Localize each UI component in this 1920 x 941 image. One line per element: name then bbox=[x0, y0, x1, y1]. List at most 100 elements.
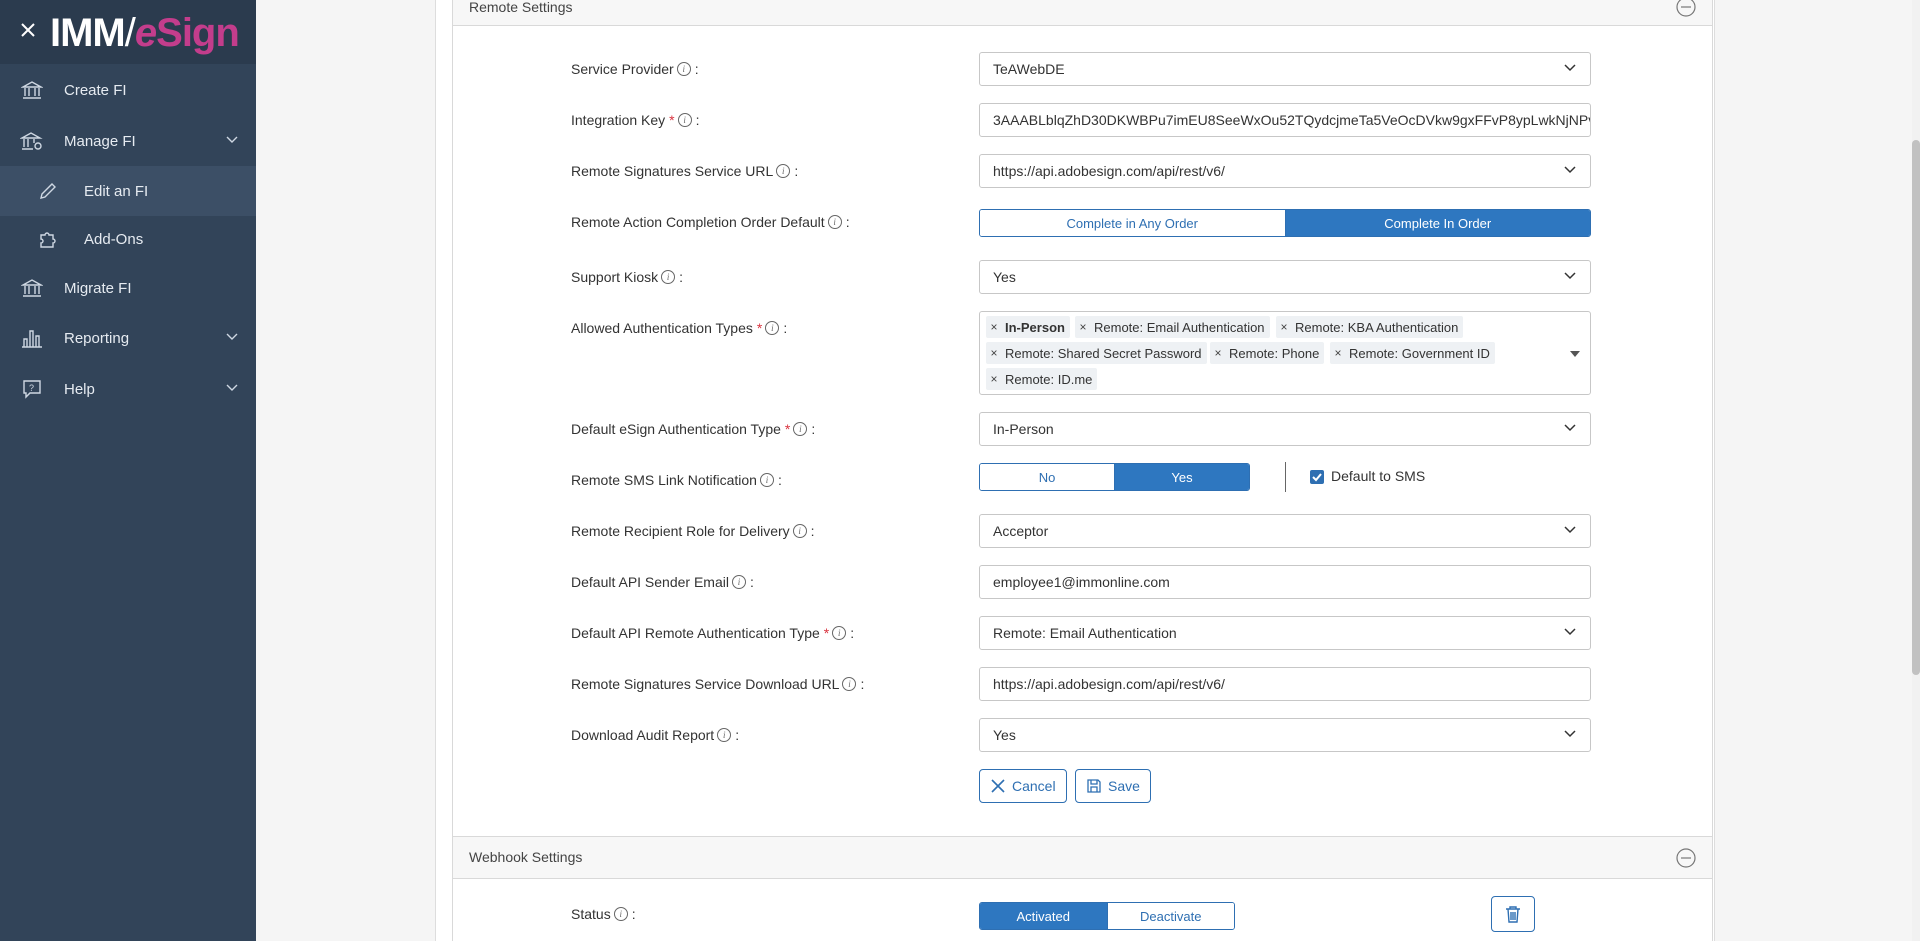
info-icon[interactable]: i bbox=[759, 473, 774, 487]
info-icon[interactable]: i bbox=[661, 270, 676, 284]
complete-in-order-option[interactable]: Complete In Order bbox=[1284, 210, 1590, 236]
sidebar-item-label: Edit an FI bbox=[84, 182, 149, 200]
sidebar-item-migrate-fi[interactable]: Migrate FI bbox=[0, 263, 256, 313]
bank-arrow-icon bbox=[20, 276, 44, 300]
info-icon[interactable]: i bbox=[776, 164, 791, 178]
recipient-role-select[interactable]: Acceptor bbox=[979, 514, 1591, 548]
remove-icon[interactable]: × bbox=[986, 372, 1002, 386]
chevron-down-icon bbox=[226, 333, 238, 340]
remove-icon[interactable]: × bbox=[986, 346, 1002, 360]
checkmark-icon bbox=[1312, 473, 1322, 482]
support-kiosk-label: Support Kiosk i: bbox=[571, 269, 684, 285]
remove-icon[interactable]: × bbox=[1276, 320, 1292, 334]
integration-key-input[interactable]: 3AAABLblqZhD30DKWBPu7imEU8SeeWxOu52TQydc… bbox=[979, 103, 1591, 137]
auth-chip: × Remote: Email Authentication bbox=[1075, 316, 1270, 338]
info-icon[interactable]: i bbox=[731, 575, 746, 589]
floppy-disk-icon bbox=[1087, 779, 1101, 793]
sidebar-item-reporting[interactable]: Reporting bbox=[0, 313, 256, 363]
auth-chip: × In-Person bbox=[986, 316, 1070, 338]
chevron-down-icon bbox=[1564, 64, 1576, 72]
completion-order-toggle[interactable]: Complete in Any Order Complete In Order bbox=[979, 209, 1591, 237]
info-icon[interactable]: i bbox=[765, 321, 780, 335]
service-provider-select[interactable]: TeAWebDE bbox=[979, 52, 1591, 86]
info-icon[interactable]: i bbox=[827, 215, 842, 229]
bank-icon bbox=[20, 78, 44, 102]
service-url-select[interactable]: https://api.adobesign.com/api/rest/v6/ bbox=[979, 154, 1591, 188]
chevron-down-icon bbox=[1564, 424, 1576, 432]
auth-types-multiselect[interactable]: × In-Person × Remote: Email Authentication… bbox=[979, 311, 1591, 395]
audit-report-select[interactable]: Yes bbox=[979, 718, 1591, 752]
recipient-role-label: Remote Recipient Role for Delivery i: bbox=[571, 523, 815, 539]
auth-chip: × Remote: Government ID bbox=[1330, 342, 1495, 364]
info-icon[interactable]: i bbox=[613, 907, 628, 921]
sidebar-item-label: Help bbox=[64, 380, 95, 398]
logo: IMM/eSign bbox=[50, 11, 240, 55]
collapse-icon[interactable] bbox=[1676, 848, 1696, 868]
webhook-status-toggle[interactable]: Activated Deactivate bbox=[979, 902, 1235, 930]
info-icon[interactable]: i bbox=[842, 677, 857, 691]
sms-no-option[interactable]: No bbox=[980, 464, 1114, 490]
complete-any-order-option[interactable]: Complete in Any Order bbox=[980, 210, 1285, 236]
section-title: Webhook Settings bbox=[469, 849, 583, 865]
divider bbox=[1285, 462, 1286, 492]
sender-email-label: Default API Sender Email i: bbox=[571, 574, 754, 590]
sender-email-input[interactable]: employee1@immonline.com bbox=[979, 565, 1591, 599]
default-sms-checkbox[interactable] bbox=[1310, 470, 1324, 484]
default-auth-select[interactable]: In-Person bbox=[979, 412, 1591, 446]
chevron-down-icon bbox=[226, 384, 238, 391]
completion-order-label: Remote Action Completion Order Default i: bbox=[571, 214, 850, 230]
download-url-input[interactable]: https://api.adobesign.com/api/rest/v6/ bbox=[979, 667, 1591, 701]
cancel-button[interactable]: Cancel bbox=[979, 769, 1067, 803]
info-icon[interactable]: i bbox=[792, 524, 807, 538]
remove-icon[interactable]: × bbox=[986, 320, 1002, 334]
chevron-down-icon bbox=[1564, 526, 1576, 534]
auth-types-label: Allowed Authentication Types * i: bbox=[571, 320, 788, 336]
remove-icon[interactable]: × bbox=[1075, 320, 1091, 334]
webhook-settings-header[interactable]: Webhook Settings bbox=[452, 836, 1713, 879]
caret-down-icon[interactable] bbox=[1570, 351, 1580, 357]
section-title: Remote Settings bbox=[469, 0, 573, 15]
activated-option[interactable]: Activated bbox=[980, 903, 1107, 929]
info-icon[interactable]: i bbox=[717, 728, 732, 742]
sidebar-item-label: Reporting bbox=[64, 329, 130, 347]
remove-icon[interactable]: × bbox=[1330, 346, 1346, 360]
info-icon[interactable]: i bbox=[677, 113, 692, 127]
api-auth-select[interactable]: Remote: Email Authentication bbox=[979, 616, 1591, 650]
info-icon[interactable]: i bbox=[676, 62, 691, 76]
sidebar-item-create-fi[interactable]: Create FI bbox=[0, 65, 256, 115]
save-button[interactable]: Save bbox=[1075, 769, 1151, 803]
help-chat-icon: ? bbox=[20, 377, 44, 401]
auth-chip: × Remote: Shared Secret Password bbox=[986, 342, 1207, 364]
sidebar-item-help[interactable]: ? Help bbox=[0, 364, 256, 414]
sidebar-item-edit-fi[interactable]: Edit an FI bbox=[0, 166, 256, 216]
support-kiosk-select[interactable]: Yes bbox=[979, 260, 1591, 294]
chevron-down-icon bbox=[1564, 730, 1576, 738]
deactivate-option[interactable]: Deactivate bbox=[1106, 903, 1234, 929]
pencil-icon bbox=[36, 179, 60, 203]
sidebar-header: IMM/eSign bbox=[0, 0, 256, 64]
sidebar-item-label: Create FI bbox=[64, 81, 127, 99]
integration-key-label: Integration Key * i: bbox=[571, 112, 700, 128]
delete-button[interactable] bbox=[1491, 896, 1535, 932]
remote-settings-header[interactable]: Remote Settings bbox=[452, 0, 1713, 26]
remove-icon[interactable]: × bbox=[1210, 346, 1226, 360]
close-icon[interactable] bbox=[18, 20, 38, 40]
chevron-down-icon bbox=[1564, 628, 1576, 636]
info-icon[interactable]: i bbox=[793, 422, 808, 436]
sms-yes-option[interactable]: Yes bbox=[1114, 464, 1249, 490]
service-provider-label: Service Provider i: bbox=[571, 61, 699, 77]
download-url-label: Remote Signatures Service Download URL i: bbox=[571, 676, 865, 692]
close-icon bbox=[991, 779, 1005, 793]
chevron-down-icon bbox=[226, 136, 238, 143]
sidebar-item-manage-fi[interactable]: Manage FI bbox=[0, 116, 256, 166]
scrollbar-thumb[interactable] bbox=[1912, 140, 1920, 675]
info-icon[interactable]: i bbox=[832, 626, 847, 640]
puzzle-icon bbox=[36, 227, 60, 251]
sms-notification-toggle[interactable]: No Yes bbox=[979, 463, 1250, 491]
scrollbar[interactable] bbox=[1912, 0, 1920, 941]
service-url-label: Remote Signatures Service URL i: bbox=[571, 163, 799, 179]
sidebar-item-add-ons[interactable]: Add-Ons bbox=[0, 214, 256, 264]
collapse-icon[interactable] bbox=[1676, 0, 1696, 17]
auth-chip: × Remote: KBA Authentication bbox=[1276, 316, 1464, 338]
bank-gear-icon bbox=[20, 129, 44, 153]
